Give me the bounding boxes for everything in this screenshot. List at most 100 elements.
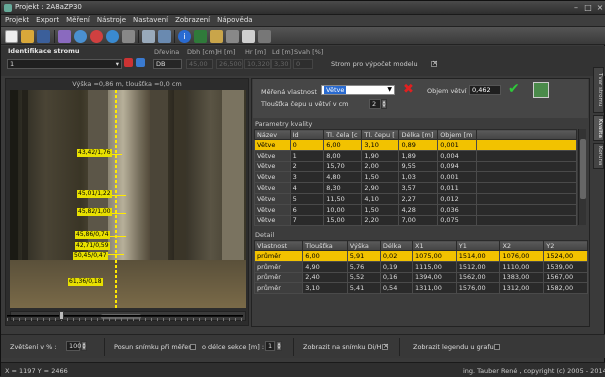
- col-header[interactable]: Id: [289, 129, 325, 140]
- measured-property-select[interactable]: Větve ▼: [321, 85, 395, 95]
- table-row[interactable]: Větve 5 11,50 4,10 2,27 0,012: [254, 192, 577, 205]
- table-cell[interactable]: 0,001: [437, 139, 478, 151]
- measure-label[interactable]: 45,86/0,74: [75, 231, 110, 239]
- table-cell[interactable]: 0,89: [398, 139, 439, 151]
- table-cell[interactable]: Větve: [254, 214, 291, 227]
- table-cell[interactable]: 5,41: [346, 282, 381, 295]
- table-cell[interactable]: 6,00: [302, 250, 348, 262]
- section-spinner[interactable]: ▲ ▼: [276, 341, 282, 351]
- table-cell[interactable]: Větve: [254, 171, 291, 184]
- zoom-field[interactable]: 100: [66, 341, 81, 351]
- measure-label[interactable]: 45,82/1,00: [77, 208, 112, 216]
- table-cell[interactable]: 1394,00: [412, 271, 457, 284]
- measure-icon[interactable]: [210, 30, 223, 43]
- stub-spinner[interactable]: ▲ ▼: [381, 99, 387, 109]
- calculator-icon[interactable]: [226, 30, 239, 43]
- table-row[interactable]: Větve 0 6,00 3,10 0,89 0,001: [254, 139, 577, 151]
- col-header[interactable]: Vlastnost: [253, 240, 304, 251]
- table-cell[interactable]: Větve: [254, 139, 291, 151]
- col-header[interactable]: Tl. čepu [: [361, 129, 400, 140]
- maximize-icon[interactable]: □: [583, 3, 593, 13]
- stub-thickness-field[interactable]: 2: [369, 99, 381, 109]
- table-cell[interactable]: 4,90: [302, 260, 348, 273]
- open-folder-icon[interactable]: [21, 30, 34, 43]
- table-row[interactable]: průměr 6,00 5,91 0,02 1075,00 1514,00 1076,00 1…: [253, 250, 588, 262]
- table-cell[interactable]: 0,16: [379, 271, 414, 284]
- menu-nastroje[interactable]: Nástroje: [93, 15, 129, 24]
- table-cell[interactable]: 2,20: [361, 214, 400, 227]
- tree-icon[interactable]: [194, 30, 207, 43]
- model-tree-checkbox[interactable]: [431, 59, 438, 67]
- table-cell[interactable]: Větve: [254, 182, 291, 194]
- params-scrollbar[interactable]: [578, 129, 586, 225]
- table-cell[interactable]: 1076,00: [499, 250, 545, 262]
- table-cell[interactable]: 5: [289, 192, 325, 205]
- table-cell[interactable]: 0,075: [437, 214, 478, 227]
- table-cell[interactable]: 1567,00: [543, 271, 588, 284]
- table-cell[interactable]: 6,00: [323, 139, 363, 151]
- table-row[interactable]: průměr 2,40 5,52 0,16 1394,00 1562,00 1383,00 1…: [253, 271, 588, 284]
- table-cell[interactable]: 1: [289, 149, 325, 162]
- confirm-check-icon[interactable]: ✔: [508, 82, 522, 96]
- calc-chart-icon[interactable]: [533, 82, 549, 98]
- table-row[interactable]: Větve 2 15,70 2,00 9,55 0,094: [254, 160, 577, 173]
- move-photo-checkbox[interactable]: [190, 344, 196, 350]
- menu-projekt[interactable]: Projekt: [1, 15, 32, 24]
- table-row[interactable]: Větve 6 10,00 1,50 4,28 0,036: [254, 203, 577, 216]
- screen-icon[interactable]: [142, 30, 155, 43]
- table-cell[interactable]: 10,00: [323, 203, 363, 216]
- table-cell[interactable]: 1524,00: [543, 250, 588, 262]
- measure-label[interactable]: 43,42/1,76: [77, 149, 112, 157]
- table-cell[interactable]: 3,10: [361, 139, 400, 151]
- menu-napoveda[interactable]: Nápověda: [213, 15, 255, 24]
- table-cell[interactable]: 3: [289, 171, 325, 184]
- table-cell[interactable]: 7,00: [398, 214, 439, 227]
- cut-icon[interactable]: [122, 30, 135, 43]
- table-cell[interactable]: 1075,00: [412, 250, 457, 262]
- table-cell[interactable]: 2,27: [398, 192, 439, 205]
- table-cell[interactable]: 1,89: [398, 149, 439, 162]
- table-cell[interactable]: 2,90: [361, 182, 400, 194]
- table-cell[interactable]: 5,52: [346, 271, 381, 284]
- table-cell[interactable]: 0,19: [379, 260, 414, 273]
- table-cell[interactable]: 1312,00: [499, 282, 545, 295]
- table-cell[interactable]: 0: [289, 139, 325, 151]
- table-cell[interactable]: 1115,00: [412, 260, 457, 273]
- table-cell[interactable]: 1539,00: [543, 260, 588, 273]
- measure-label[interactable]: 61,36/0,18: [68, 278, 103, 286]
- tab-koruna[interactable]: Koruna: [593, 143, 604, 169]
- table-cell[interactable]: 0,54: [379, 282, 414, 295]
- edit-icon[interactable]: [124, 58, 133, 67]
- table-cell[interactable]: 4,80: [323, 171, 363, 184]
- table-cell[interactable]: 0,004: [437, 149, 478, 162]
- table-cell[interactable]: 15,00: [323, 214, 363, 227]
- table-cell[interactable]: 3,57: [398, 182, 439, 194]
- table-cell[interactable]: 1,90: [361, 149, 400, 162]
- tree-photo[interactable]: 43,42/1,76 45,01/1,22 45,82/1,00 45,86/0…: [10, 90, 246, 308]
- refresh-icon[interactable]: [74, 30, 87, 43]
- add-icon[interactable]: [90, 30, 103, 43]
- info-icon[interactable]: i: [178, 30, 191, 43]
- tree-id-select[interactable]: 1 ▾: [7, 59, 122, 69]
- table-cell[interactable]: 7: [289, 214, 325, 227]
- col-header[interactable]: Objem [m: [437, 129, 478, 140]
- species-field[interactable]: DB: [153, 59, 182, 69]
- table-cell[interactable]: 1383,00: [499, 271, 545, 284]
- table-cell[interactable]: 0,012: [437, 192, 478, 205]
- menu-nastaveni[interactable]: Nastavení: [129, 15, 171, 24]
- measure-label[interactable]: 50,45/0,47: [73, 252, 108, 260]
- measure-label[interactable]: 42,71/0,59: [75, 242, 110, 250]
- table-row[interactable]: Větve 7 15,00 2,20 7,00 0,075: [254, 214, 577, 227]
- table-cell[interactable]: Větve: [254, 149, 291, 162]
- table-cell[interactable]: 3,10: [302, 282, 348, 295]
- table-cell[interactable]: Větve: [254, 160, 291, 173]
- table-cell[interactable]: 1576,00: [455, 282, 501, 295]
- settings-icon[interactable]: [258, 30, 271, 43]
- table-cell[interactable]: 1514,00: [455, 250, 501, 262]
- table-cell[interactable]: 0,02: [379, 250, 414, 262]
- close-icon[interactable]: ×: [595, 3, 605, 13]
- legend-checkbox[interactable]: [494, 344, 500, 350]
- table-cell[interactable]: 8,00: [323, 149, 363, 162]
- table-cell[interactable]: 4,28: [398, 203, 439, 216]
- tab-tvar-stromu[interactable]: Tvar stromu: [593, 67, 604, 113]
